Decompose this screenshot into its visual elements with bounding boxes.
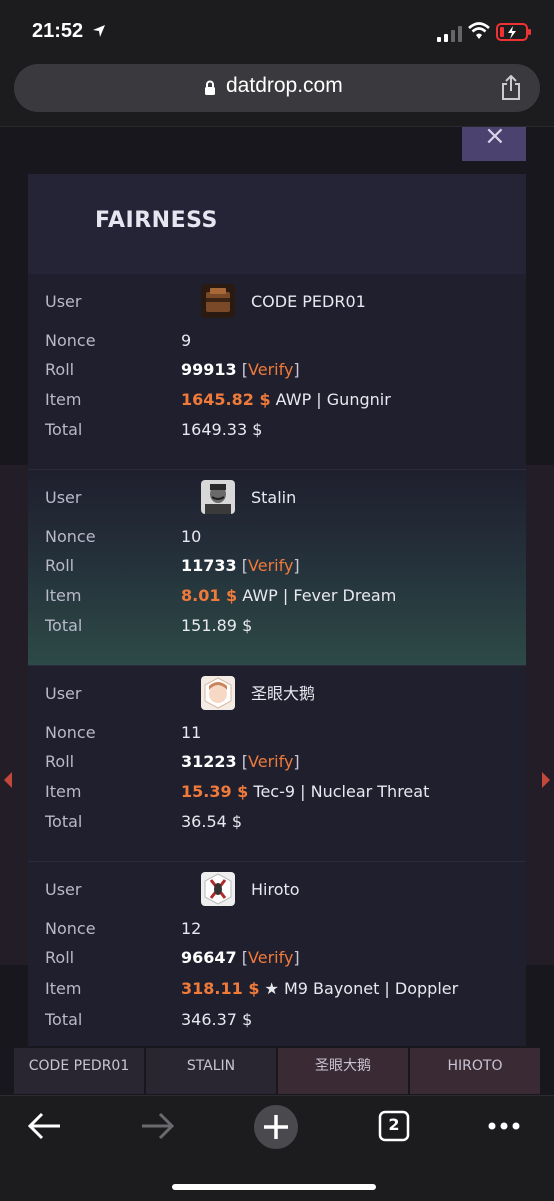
nonce-label: Nonce [45, 331, 96, 350]
fairness-entry: User Stalin Nonce 10 Roll 11733 [Verify]… [28, 469, 526, 665]
tabs-icon[interactable]: 2 [378, 1110, 410, 1142]
total-value: 1649.33 $ [181, 420, 263, 439]
carousel-right-arrow-icon[interactable] [542, 772, 550, 788]
more-icon[interactable] [484, 1110, 524, 1142]
wifi-icon [468, 22, 490, 39]
home-indicator [172, 1184, 376, 1190]
user-label: User [45, 880, 82, 899]
roll-label: Roll [45, 556, 75, 575]
url-bar[interactable]: datdrop.com [14, 64, 540, 112]
avatar [201, 676, 235, 710]
roll-value: 11733 [181, 556, 237, 575]
item-name: ★ M9 Bayonet | Doppler [264, 979, 459, 998]
fairness-modal: FAIRNESS User CODE PEDR01 Nonce 9 Roll 9… [28, 174, 526, 1046]
carousel-left-arrow-icon[interactable] [4, 772, 12, 788]
item-label: Item [45, 782, 82, 801]
share-icon[interactable] [500, 75, 522, 101]
battery-icon [496, 23, 531, 41]
total-label: Total [45, 420, 83, 439]
roll-value: 96647 [181, 948, 237, 967]
avatar [201, 284, 235, 318]
fairness-entry: User CODE PEDR01 Nonce 9 Roll 99913 [Ver… [28, 274, 526, 469]
item-price: 8.01 $ [181, 586, 238, 605]
total-value: 346.37 $ [181, 1010, 253, 1029]
username: CODE PEDR01 [251, 292, 366, 311]
roll-label: Roll [45, 360, 75, 379]
user-label: User [45, 292, 82, 311]
total-value: 151.89 $ [181, 616, 253, 635]
fairness-entry: User Hiroto Nonce 12 Roll 96647 [Verify]… [28, 861, 526, 1057]
back-arrow-icon[interactable] [24, 1110, 64, 1142]
item-label: Item [45, 586, 82, 605]
user-label: User [45, 684, 82, 703]
status-time: 21:52 [32, 20, 84, 42]
nonce-value: 10 [181, 527, 202, 546]
username: Stalin [251, 488, 297, 507]
roll-value: 99913 [181, 360, 237, 379]
new-tab-plus-icon[interactable] [253, 1104, 299, 1150]
roll-label: Roll [45, 948, 75, 967]
item-name: Tec-9 | Nuclear Threat [253, 782, 430, 801]
user-label: User [45, 488, 82, 507]
verify-link[interactable]: [Verify] [242, 948, 300, 967]
location-arrow-icon [93, 25, 105, 37]
nonce-value: 11 [181, 723, 202, 742]
nonce-label: Nonce [45, 723, 96, 742]
url-text[interactable]: datdrop.com [226, 74, 343, 98]
username: 圣眼大鹅 [251, 684, 316, 703]
total-value: 36.54 $ [181, 812, 243, 831]
roll-value: 31223 [181, 752, 237, 771]
total-label: Total [45, 812, 83, 831]
item-name: AWP | Fever Dream [242, 586, 397, 605]
tab-count: 2 [388, 1115, 400, 1134]
item-name: AWP | Gungnir [275, 390, 391, 409]
item-label: Item [45, 979, 82, 998]
nonce-value: 12 [181, 919, 202, 938]
nonce-label: Nonce [45, 919, 96, 938]
forward-arrow-icon[interactable] [138, 1110, 178, 1142]
browser-address-area: datdrop.com [0, 62, 554, 127]
total-label: Total [45, 1010, 83, 1029]
lock-icon [205, 80, 215, 95]
item-label: Item [45, 390, 82, 409]
item-price: 1645.82 $ [181, 390, 271, 409]
browser-toolbar: 2 [0, 1095, 554, 1201]
item-price: 318.11 $ [181, 979, 260, 998]
avatar [201, 872, 235, 906]
verify-link[interactable]: [Verify] [242, 360, 300, 379]
roll-label: Roll [45, 752, 75, 771]
verify-link[interactable]: [Verify] [242, 556, 300, 575]
username: Hiroto [251, 880, 300, 899]
nonce-label: Nonce [45, 527, 96, 546]
item-price: 15.39 $ [181, 782, 249, 801]
modal-title: FAIRNESS [95, 208, 218, 233]
verify-link[interactable]: [Verify] [242, 752, 300, 771]
total-label: Total [45, 616, 83, 635]
nonce-value: 9 [181, 331, 192, 350]
close-button[interactable]: × [462, 121, 526, 161]
status-bar: 21:52 [0, 0, 554, 62]
modal-header: FAIRNESS [28, 174, 526, 274]
close-icon: × [484, 121, 506, 151]
cellular-signal-icon [437, 26, 462, 42]
fairness-entry: User 圣眼大鹅 Nonce 11 Roll 31223 [Verify] I… [28, 665, 526, 861]
avatar [201, 480, 235, 514]
